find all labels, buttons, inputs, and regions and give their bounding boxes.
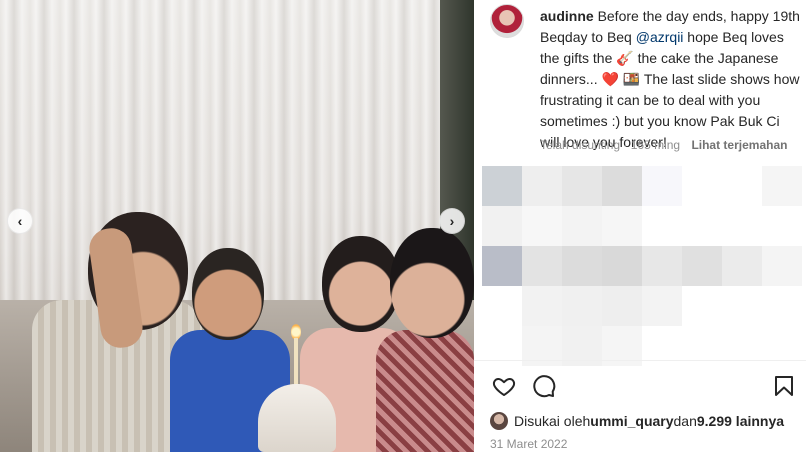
blur-cell	[762, 166, 802, 206]
likes-prefix: Disukai oleh	[514, 413, 591, 429]
person-4-head	[390, 228, 474, 338]
chevron-right-icon: ›	[449, 213, 455, 229]
blur-cell	[602, 166, 642, 206]
person-4	[376, 330, 474, 452]
post-caption: audinne Before the day ends, happy 19th …	[540, 6, 800, 153]
carousel-next-button[interactable]: ›	[439, 208, 465, 234]
like-button[interactable]	[490, 372, 518, 400]
section-divider	[474, 360, 806, 361]
post-details-panel: audinne Before the day ends, happy 19th …	[474, 0, 806, 452]
blur-cell	[522, 286, 562, 326]
blur-cell	[482, 246, 522, 286]
blur-cell	[642, 286, 682, 326]
candle	[294, 338, 298, 386]
blur-cell	[522, 246, 562, 286]
bookmark-icon	[775, 376, 793, 396]
person-3-head	[322, 236, 400, 332]
carousel-prev-button[interactable]: ‹	[7, 208, 33, 234]
chevron-left-icon: ‹	[17, 213, 23, 229]
mention-link[interactable]: @azrqii	[636, 29, 684, 45]
likes-summary: Disukai oleh ummi_quary dan 9.299 lainny…	[490, 412, 784, 430]
blurred-comments-area	[482, 166, 806, 366]
see-translation-link[interactable]: Lihat terjemahan	[691, 138, 787, 152]
blur-cell	[522, 206, 562, 246]
comment-icon	[533, 375, 556, 398]
liker-avatar	[490, 412, 508, 430]
blur-cell	[722, 246, 762, 286]
blur-cell	[562, 246, 602, 286]
post-date[interactable]: 31 Maret 2022	[490, 437, 567, 451]
blur-cell	[522, 166, 562, 206]
blur-cell	[682, 246, 722, 286]
blur-cell	[562, 286, 602, 326]
username-link[interactable]: audinne	[540, 8, 594, 24]
blur-cell	[642, 246, 682, 286]
blur-cell	[482, 166, 522, 206]
blur-cell	[602, 206, 642, 246]
avatar[interactable]	[490, 4, 524, 38]
birthday-cake	[258, 384, 336, 452]
caption-meta: Telah disunting · 165 ming Lihat terjema…	[540, 138, 787, 152]
caption-text-continued: hope Beq loves the gifts the 🎸 the cake …	[540, 29, 800, 150]
post-media[interactable]: ‹ ›	[0, 0, 474, 452]
blur-cell	[482, 206, 522, 246]
blur-cell	[562, 206, 602, 246]
blur-cell	[642, 166, 682, 206]
person-2-head	[192, 248, 264, 340]
comment-button[interactable]	[530, 372, 558, 400]
save-button[interactable]	[770, 372, 798, 400]
likes-conjunction: dan	[673, 413, 697, 429]
blur-cell	[602, 246, 642, 286]
edited-timestamp: Telah disunting · 165 ming	[540, 138, 681, 152]
likes-count-link[interactable]: 9.299 lainnya	[697, 413, 784, 429]
blur-cell	[762, 246, 802, 286]
liker-username-link[interactable]: ummi_quary	[590, 413, 673, 429]
blur-cell	[602, 286, 642, 326]
blur-cell	[562, 166, 602, 206]
post-actions	[490, 372, 794, 402]
heart-icon	[492, 378, 516, 396]
